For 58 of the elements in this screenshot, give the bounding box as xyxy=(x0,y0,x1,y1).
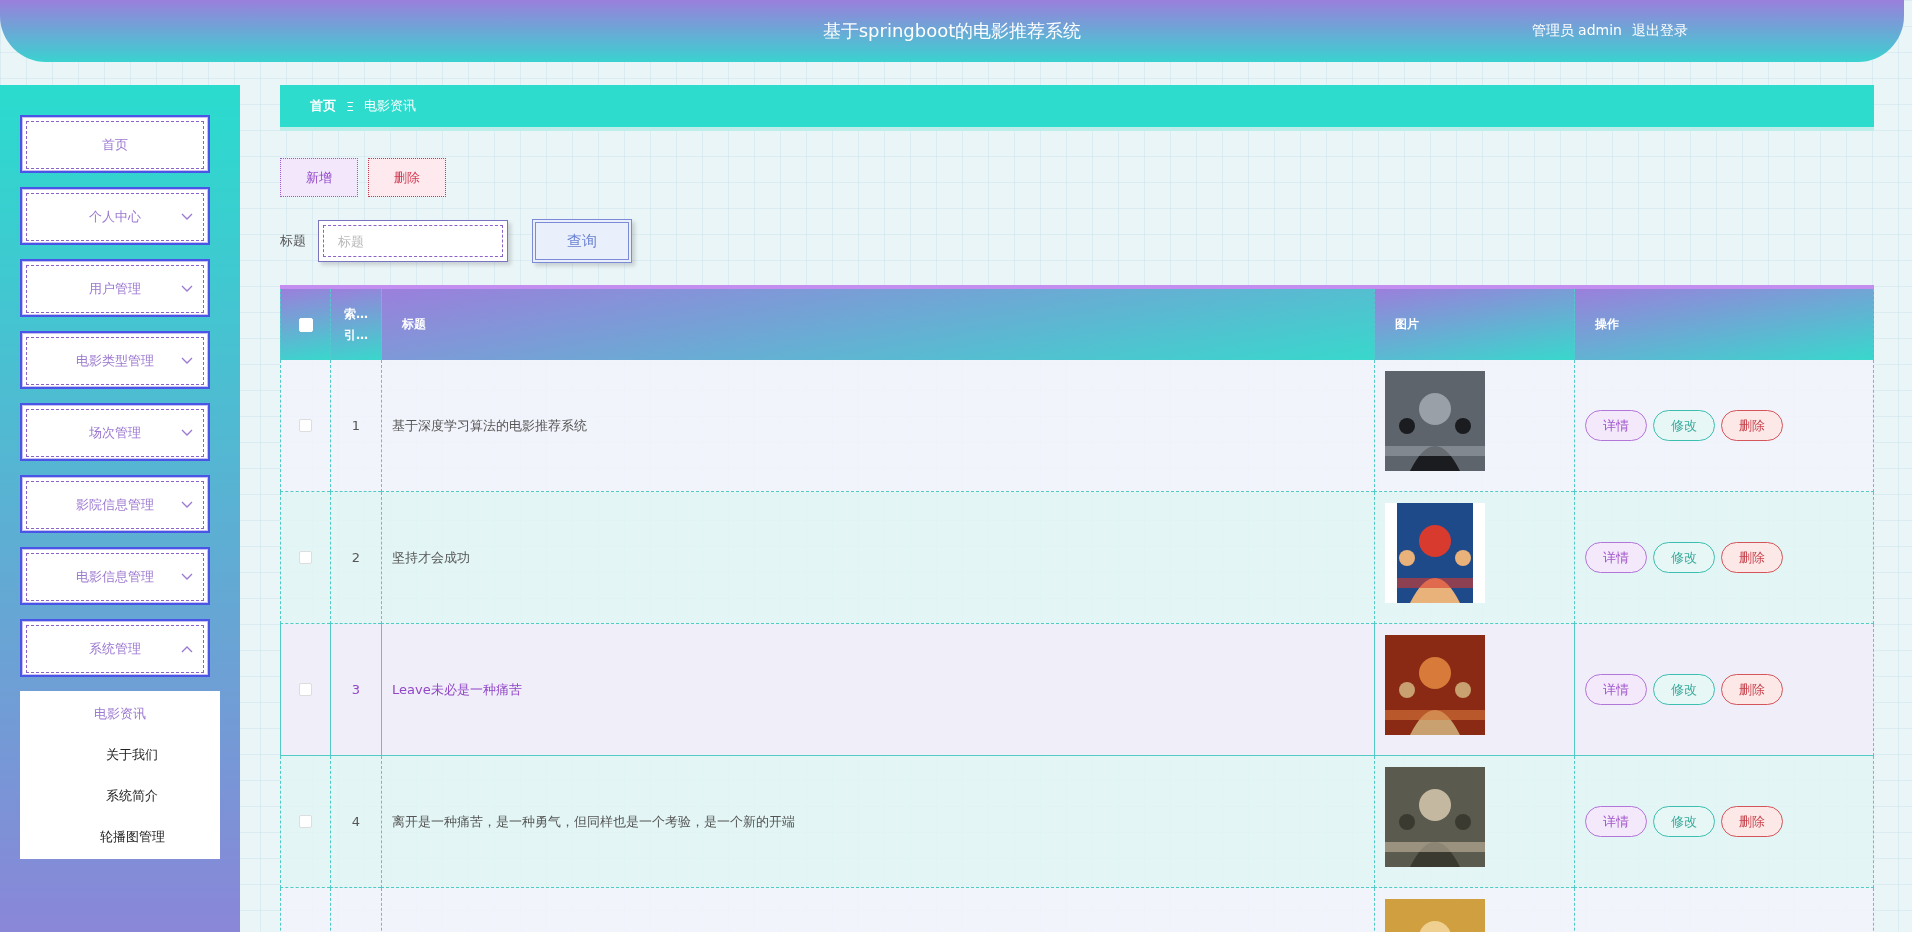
table-cell: 4 xyxy=(330,756,381,888)
table-cell: Leave未必是一种痛苦 xyxy=(381,624,1374,756)
header-cell: 索… 引… xyxy=(330,289,381,360)
menu-item[interactable]: 电影类型管理 xyxy=(20,331,210,389)
chevron-down-icon xyxy=(181,501,193,509)
chevron-down-icon xyxy=(181,429,193,437)
breadcrumb-separator: Ξ xyxy=(346,98,355,114)
table-cell: 离开是一种痛苦，是一种勇气，但同样也是一个考验，是一个新的开端 xyxy=(381,756,1374,888)
table-cell: 2 xyxy=(330,492,381,624)
table-cell: 基于深度学习算法的电影推荐系统 xyxy=(381,360,1374,492)
chevron-down-icon xyxy=(181,357,193,365)
chevron-down-icon xyxy=(181,213,193,221)
submenu-item[interactable]: 轮播图管理 xyxy=(20,816,220,857)
details-button[interactable]: 详情 xyxy=(1585,674,1647,705)
search-field[interactable]: 标题 xyxy=(318,220,508,262)
submenu-item[interactable]: 关于我们 xyxy=(20,734,220,775)
user-label: 管理员 admin xyxy=(1531,22,1622,40)
menu-item[interactable]: 个人中心 xyxy=(20,187,210,245)
edit-button[interactable]: 修改 xyxy=(1653,410,1715,441)
breadcrumb-current: 电影资讯 xyxy=(364,97,417,115)
submenu-item[interactable]: 电影资讯 xyxy=(20,693,220,734)
details-button[interactable]: 详情 xyxy=(1585,806,1647,837)
menu-item[interactable]: 首页 xyxy=(20,115,210,173)
details-button[interactable]: 详情 xyxy=(1585,542,1647,573)
table-cell: 1 xyxy=(330,360,381,492)
delete-button[interactable]: 删除 xyxy=(1721,674,1783,705)
header-cell: 图片 xyxy=(1374,289,1574,360)
table-cell: 3 xyxy=(330,624,381,756)
chevron-down-icon xyxy=(181,285,193,293)
select-all-checkbox[interactable] xyxy=(298,317,313,332)
edit-button[interactable]: 修改 xyxy=(1653,806,1715,837)
row-checkbox[interactable] xyxy=(299,551,312,564)
logout-link[interactable]: 退出登录 xyxy=(1632,22,1688,40)
row-checkbox[interactable] xyxy=(299,815,312,828)
delete-button[interactable]: 删除 xyxy=(368,158,446,197)
search-button[interactable]: 查询 xyxy=(532,219,632,263)
add-button[interactable]: 新增 xyxy=(280,158,358,197)
menu-item[interactable]: 用户管理 xyxy=(20,259,210,317)
header-cell: 操作 xyxy=(1574,289,1874,360)
menu-item[interactable]: 电影信息管理 xyxy=(20,547,210,605)
table-cell: 坚持才会成功 xyxy=(381,492,1374,624)
delete-button[interactable]: 删除 xyxy=(1721,542,1783,573)
header-cell: 标题 xyxy=(381,289,1374,360)
menu-item[interactable]: 系统管理 xyxy=(20,619,210,677)
page-title: 基于springboot的电影推荐系统 xyxy=(822,19,1082,43)
field-label: 标题 xyxy=(280,232,307,250)
row-checkbox[interactable] xyxy=(299,683,312,696)
delete-button[interactable]: 删除 xyxy=(1721,410,1783,441)
details-button[interactable]: 详情 xyxy=(1585,410,1647,441)
edit-button[interactable]: 修改 xyxy=(1653,674,1715,705)
edit-button[interactable]: 修改 xyxy=(1653,542,1715,573)
menu-item[interactable]: 影院信息管理 xyxy=(20,475,210,533)
menu-item[interactable]: 场次管理 xyxy=(20,403,210,461)
row-checkbox[interactable] xyxy=(299,419,312,432)
chevron-up-icon xyxy=(181,645,193,653)
chevron-down-icon xyxy=(181,573,193,581)
submenu-item[interactable]: 系统简介 xyxy=(20,775,220,816)
delete-button[interactable]: 删除 xyxy=(1721,806,1783,837)
